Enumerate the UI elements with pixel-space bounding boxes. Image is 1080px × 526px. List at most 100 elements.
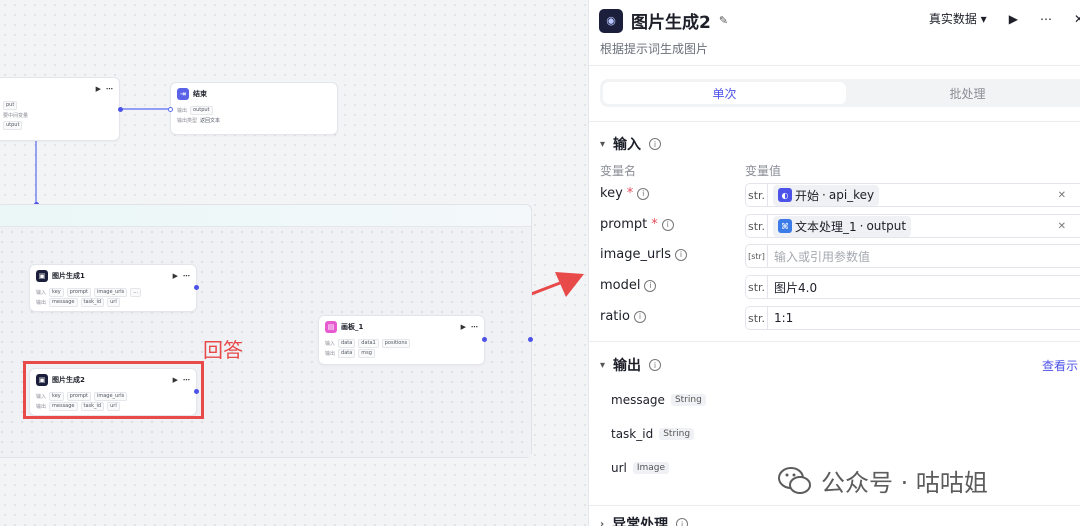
col-header-value: 变量值 xyxy=(745,164,782,178)
type-label: str. xyxy=(746,307,768,329)
node-title: 结束 xyxy=(193,90,207,98)
input-name-image-urls: image_urls i xyxy=(600,247,687,262)
info-icon[interactable]: i xyxy=(676,518,689,526)
run-icon[interactable]: ▶ xyxy=(96,85,101,93)
info-icon[interactable]: i xyxy=(633,310,646,323)
col-header-name: 变量名 xyxy=(600,164,637,178)
input-port[interactable] xyxy=(168,107,173,112)
run-icon[interactable]: ▶ xyxy=(173,272,178,280)
annotation-label: 回答 xyxy=(203,338,243,362)
node-config-panel: ◉ 图片生成2 ✎ 真实数据 ▾ ▶ ⋯ ✕ 根据提示词生成图片 单次 批处理 … xyxy=(588,0,1080,526)
edit-icon[interactable]: ✎ xyxy=(719,14,728,27)
data-mode-select[interactable]: 真实数据 ▾ xyxy=(929,10,987,27)
close-icon[interactable]: ✕ xyxy=(1074,12,1080,26)
upstream-node[interactable]: ▶ ⋯ put 要中间变量 utput xyxy=(0,77,120,141)
output-tag: utput xyxy=(3,120,23,130)
input-section-header[interactable]: ▾ 输入 i xyxy=(600,134,662,154)
output-port[interactable] xyxy=(194,285,199,290)
row-label: 输出 xyxy=(36,299,47,306)
board-icon: ▤ xyxy=(325,321,337,333)
input-tag: positions xyxy=(381,338,411,348)
input-value-prompt[interactable]: str. ⌘ 文本处理_1 · output ✕ xyxy=(745,214,1080,238)
tab-batch[interactable]: 批处理 xyxy=(846,82,1080,104)
run-icon[interactable]: ▶ xyxy=(1009,12,1018,26)
node-title: 图片生成1 xyxy=(52,272,85,280)
row-label: 要中间变量 xyxy=(3,112,29,119)
output-item: task_id String xyxy=(611,427,695,441)
type-label: [str] xyxy=(746,245,768,267)
exception-section-header[interactable]: › 异常处理 i xyxy=(600,514,689,526)
output-type-badge: Image xyxy=(632,462,670,474)
end-node[interactable]: ⇥ 结束 输出 output 输出类型 返回文本 xyxy=(170,82,338,135)
output-name: url xyxy=(611,461,627,475)
output-tag: msg xyxy=(358,348,375,358)
info-icon[interactable]: i xyxy=(674,248,687,261)
input-name-ratio: ratio i xyxy=(600,309,646,324)
reference-chip[interactable]: ⌘ 文本处理_1 · output xyxy=(773,215,912,237)
input-tag: image_urls xyxy=(93,287,128,297)
type-label: str. xyxy=(746,215,768,237)
output-tag: put xyxy=(3,100,18,110)
panel-subtitle: 根据提示词生成图片 xyxy=(600,42,709,56)
input-value-image-urls[interactable]: [str] 输入或引用参数值 xyxy=(745,244,1080,268)
var-name: model xyxy=(600,278,641,293)
section-title: 输出 xyxy=(613,358,642,374)
var-name: ratio xyxy=(600,309,630,324)
more-icon[interactable]: ⋯ xyxy=(471,323,478,331)
reference-chip[interactable]: ◐ 开始 · api_key xyxy=(773,184,880,206)
chip-source: 文本处理_1 xyxy=(795,219,857,234)
chevron-down-icon: ▾ xyxy=(980,12,987,26)
output-tag: url xyxy=(107,297,120,307)
input-value-key[interactable]: str. ◐ 开始 · api_key ✕ xyxy=(745,183,1080,207)
input-tag: data1 xyxy=(358,338,379,348)
output-type-badge: String xyxy=(670,394,706,406)
chevron-right-icon: › xyxy=(600,518,605,526)
input-tag: ... xyxy=(130,287,142,297)
chevron-down-icon: ▾ xyxy=(600,359,606,371)
info-icon[interactable]: i xyxy=(649,359,662,371)
section-title: 输入 xyxy=(613,137,642,153)
input-value-model[interactable]: str. 图片4.0 xyxy=(745,275,1080,299)
info-icon[interactable]: i xyxy=(644,279,657,292)
output-section-header[interactable]: ▾ 输出 i xyxy=(600,355,662,375)
output-port[interactable] xyxy=(482,337,487,342)
input-tag: data xyxy=(338,338,356,348)
input-name-model: model i xyxy=(600,278,657,293)
type-label: str. xyxy=(746,184,768,206)
data-mode-label: 真实数据 xyxy=(928,12,977,26)
section-title: 异常处理 xyxy=(612,517,669,526)
highlight-box xyxy=(23,361,204,419)
workflow-canvas[interactable]: ▶ ⋯ put 要中间变量 utput ⇥ 结束 输出 output 输出类型 返回文本… xyxy=(0,0,588,526)
clear-icon[interactable]: ✕ xyxy=(1058,190,1066,201)
chevron-down-icon: ▾ xyxy=(600,138,606,150)
more-icon[interactable]: ⋯ xyxy=(1040,12,1052,26)
view-example-link[interactable]: 查看示 xyxy=(1042,357,1078,374)
board-node[interactable]: ▤ 画板_1 ▶ ⋯ 输入 data data1 positions 输出 data msg xyxy=(318,315,485,365)
more-icon[interactable]: ⋯ xyxy=(183,272,190,280)
output-name: message xyxy=(611,393,665,407)
info-icon[interactable]: i xyxy=(661,218,674,231)
clear-icon[interactable]: ✕ xyxy=(1058,221,1066,232)
output-tag: task_id xyxy=(80,297,105,307)
image-gen-icon: ▣ xyxy=(36,270,48,282)
more-icon[interactable]: ⋯ xyxy=(106,85,113,93)
output-port[interactable] xyxy=(118,107,123,112)
chip-source: 开始 xyxy=(795,188,820,203)
divider xyxy=(589,121,1080,122)
var-name: prompt xyxy=(600,217,648,232)
loop-output-port[interactable] xyxy=(528,337,533,342)
input-name-key: key * i xyxy=(600,186,650,201)
row-label: 输出 xyxy=(325,350,336,357)
panel-title[interactable]: 图片生成2 xyxy=(631,8,711,33)
image-gen-1-node[interactable]: ▣ 图片生成1 ▶ ⋯ 输入 key prompt image_urls... 输出 mess… xyxy=(29,264,197,312)
chip-var: api_key xyxy=(828,188,875,202)
tab-single[interactable]: 单次 xyxy=(603,82,846,104)
output-item: message String xyxy=(611,393,706,407)
info-icon[interactable]: i xyxy=(649,138,662,150)
input-value-ratio[interactable]: str. 1:1 xyxy=(745,306,1080,330)
required-mark: * xyxy=(651,217,658,232)
watermark-text: 公众号 · 咕咕姐 xyxy=(821,469,988,497)
info-icon[interactable]: i xyxy=(637,187,650,200)
run-icon[interactable]: ▶ xyxy=(461,323,466,331)
mode-tabs: 单次 批处理 xyxy=(600,79,1080,107)
